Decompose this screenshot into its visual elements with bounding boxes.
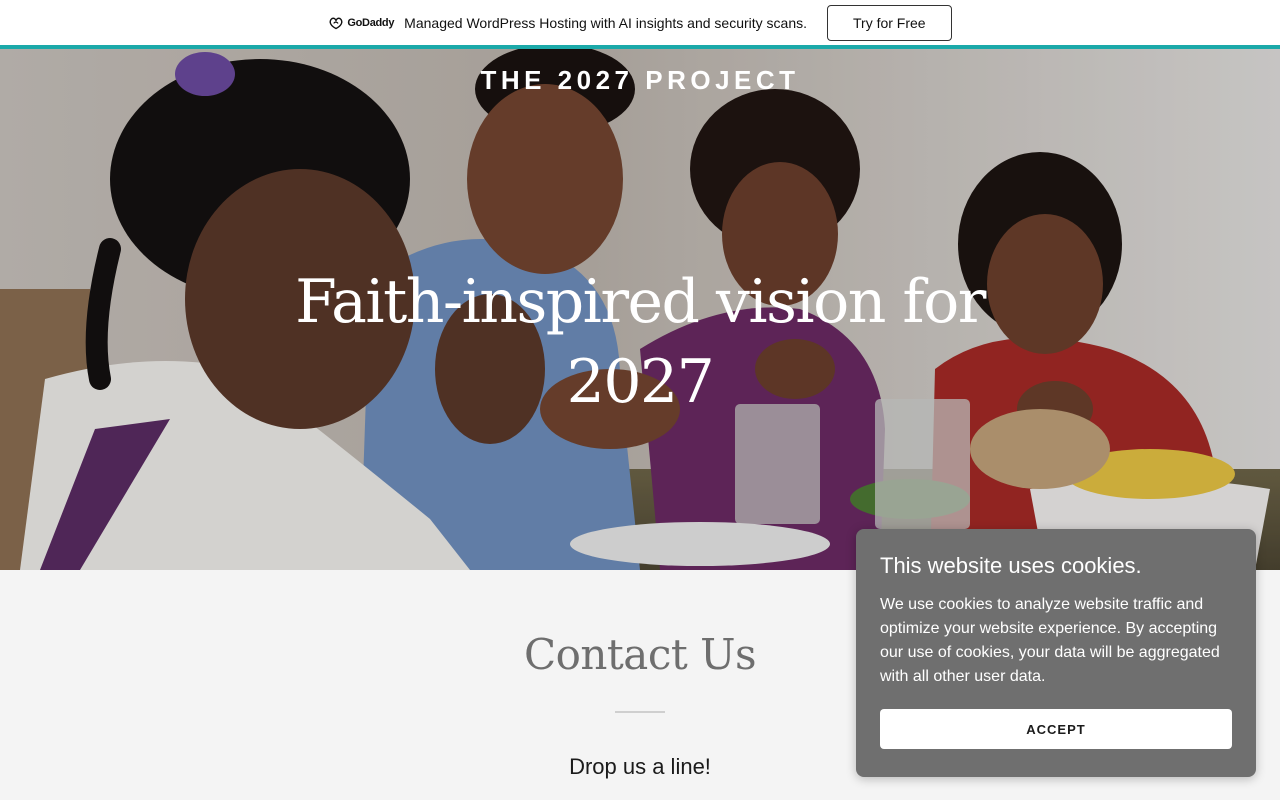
promo-bar: GoDaddy Managed WordPress Hosting with A… [0,0,1280,45]
hero-heading: Faith-inspired vision for 2027 [295,267,986,417]
accept-cookies-button[interactable]: ACCEPT [880,709,1232,749]
hero-section: THE 2027 PROJECT Faith-inspired vision f… [0,49,1280,570]
section-divider [615,711,665,713]
cookie-banner: This website uses cookies. We use cookie… [856,529,1256,777]
cookie-banner-title: This website uses cookies. [880,553,1142,578]
try-for-free-button[interactable]: Try for Free [827,4,952,41]
godaddy-icon [329,17,343,29]
godaddy-wordmark: GoDaddy [347,16,395,29]
promo-message: Managed WordPress Hosting with AI insigh… [404,14,807,31]
godaddy-logo[interactable]: GoDaddy [328,16,394,30]
cookie-banner-text: We use cookies to analyze website traffi… [880,596,1220,685]
site-title[interactable]: THE 2027 PROJECT [0,65,1280,96]
